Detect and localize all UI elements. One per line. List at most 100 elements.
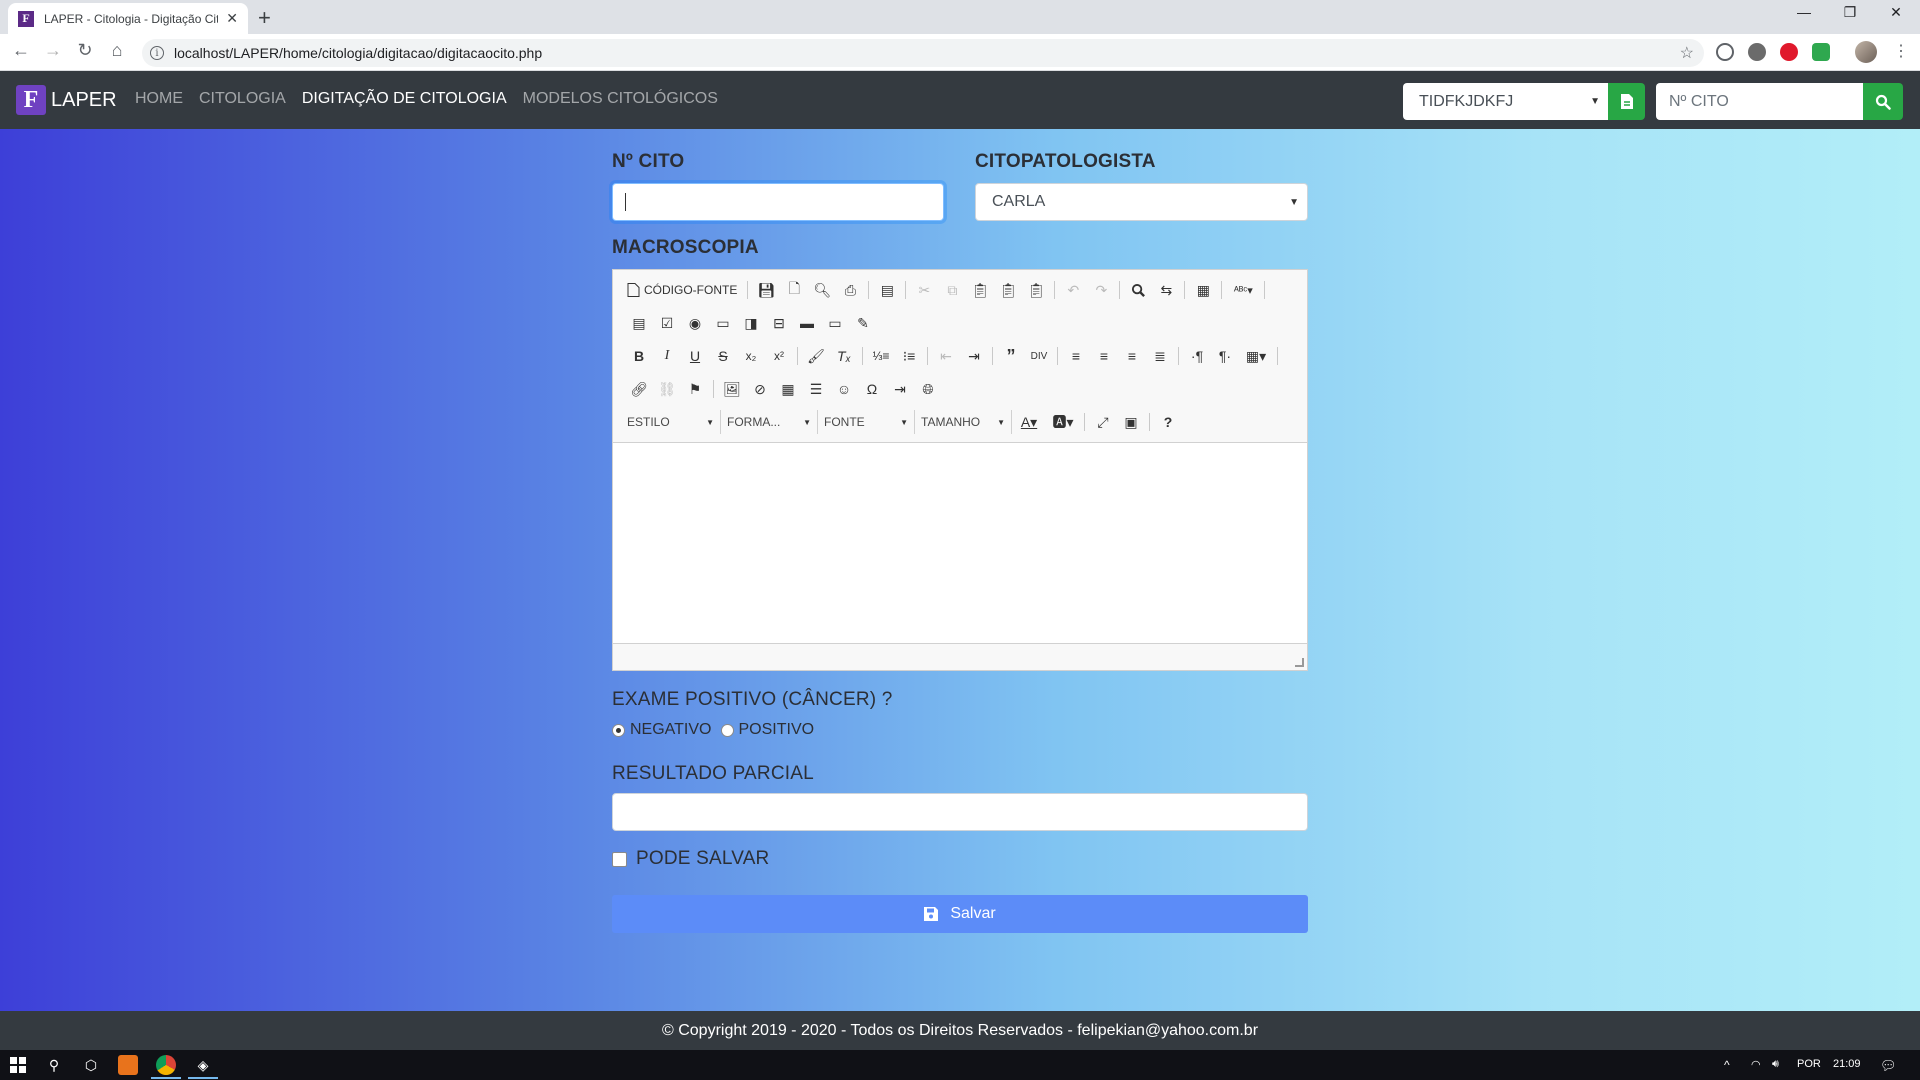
font-combo[interactable]: FONTE ▼ bbox=[818, 410, 915, 434]
language-indicator[interactable]: POR bbox=[1797, 1058, 1821, 1070]
notifications-icon[interactable]: 💬︎ bbox=[1880, 1058, 1897, 1074]
remove-format-icon[interactable]: Tₓ bbox=[830, 344, 858, 368]
text-color-icon[interactable]: A▾ bbox=[1012, 410, 1046, 434]
reload-icon[interactable]: ↻ bbox=[73, 40, 97, 61]
cut-icon[interactable]: ✂ bbox=[910, 278, 938, 302]
outdent-icon[interactable]: ⇤ bbox=[932, 344, 960, 368]
link-icon[interactable]: 🔗︎ bbox=[625, 377, 653, 401]
extension-icon[interactable] bbox=[1748, 43, 1766, 61]
redo-icon[interactable]: ↷ bbox=[1087, 278, 1115, 302]
rtl-icon[interactable]: ¶· bbox=[1211, 344, 1239, 368]
restore-window-button[interactable]: ❐ bbox=[1827, 4, 1873, 21]
radio-negativo[interactable] bbox=[612, 723, 625, 737]
address-bar[interactable]: i localhost/LAPER/home/citologia/digitac… bbox=[142, 39, 1704, 67]
print-icon[interactable]: ⎙ bbox=[836, 278, 864, 302]
bg-color-icon[interactable]: 🅰︎▾ bbox=[1046, 410, 1080, 434]
unlink-icon[interactable]: ⛓ bbox=[653, 377, 681, 401]
cito-input[interactable] bbox=[612, 183, 944, 221]
nav-link-home[interactable]: HOME bbox=[135, 90, 183, 108]
find-icon[interactable] bbox=[1124, 278, 1152, 302]
network-icon[interactable]: ◠ bbox=[1751, 1058, 1761, 1071]
align-right-icon[interactable]: ≡ bbox=[1118, 344, 1146, 368]
preview-icon[interactable]: 🔍︎ bbox=[808, 278, 836, 302]
nav-select[interactable]: TIDFKJDKFJ ▼ bbox=[1403, 83, 1608, 120]
templates-icon[interactable]: ▤ bbox=[873, 278, 901, 302]
search-icon[interactable]: ⚲ bbox=[44, 1055, 64, 1075]
smiley-icon[interactable]: ☺ bbox=[830, 377, 858, 401]
spellcheck-icon[interactable]: ᴬᴮᶜ▾ bbox=[1226, 278, 1260, 302]
nav-link-modelos[interactable]: MODELOS CITOLÓGICOS bbox=[523, 90, 718, 108]
extension-icon[interactable] bbox=[1716, 43, 1734, 61]
pode-salvar-checkbox[interactable] bbox=[612, 852, 627, 867]
textarea-icon[interactable]: ◨ bbox=[737, 311, 765, 335]
anchor-flag-icon[interactable]: ⚑ bbox=[681, 377, 709, 401]
profile-avatar[interactable] bbox=[1855, 41, 1877, 63]
save-icon[interactable]: 💾︎ bbox=[752, 278, 780, 302]
replace-icon[interactable]: ⇆ bbox=[1152, 278, 1180, 302]
checkbox-icon[interactable]: ☑ bbox=[653, 311, 681, 335]
nav-link-citologia[interactable]: CITOLOGIA bbox=[199, 90, 286, 108]
align-left-icon[interactable]: ≡ bbox=[1062, 344, 1090, 368]
numbered-list-icon[interactable]: ⅓≡ bbox=[867, 344, 895, 368]
windows-start-icon[interactable] bbox=[8, 1055, 28, 1075]
radio-negativo-label[interactable]: NEGATIVO bbox=[630, 721, 712, 739]
button-field-icon[interactable]: ▬ bbox=[793, 311, 821, 335]
select-field-icon[interactable]: ⊟ bbox=[765, 311, 793, 335]
chrome-icon[interactable] bbox=[156, 1055, 176, 1075]
cube-app-icon[interactable]: ⬡ bbox=[81, 1055, 101, 1075]
image-button-icon[interactable]: ▭ bbox=[821, 311, 849, 335]
paste-text-icon[interactable]: 📋︎ bbox=[994, 278, 1022, 302]
radio-positivo-label[interactable]: POSITIVO bbox=[739, 721, 815, 739]
nav-search-input[interactable] bbox=[1656, 83, 1863, 120]
undo-icon[interactable]: ↶ bbox=[1059, 278, 1087, 302]
resize-handle-icon[interactable] bbox=[1295, 658, 1304, 667]
div-container-icon[interactable]: DIV bbox=[1025, 344, 1053, 368]
save-button[interactable]: Salvar bbox=[612, 895, 1308, 933]
radio-positivo[interactable] bbox=[720, 723, 734, 737]
minimize-window-button[interactable]: — bbox=[1781, 4, 1827, 20]
brand[interactable]: F LAPER bbox=[16, 85, 117, 115]
close-window-button[interactable]: ✕ bbox=[1873, 4, 1919, 21]
special-char-icon[interactable]: Ω bbox=[858, 377, 886, 401]
bulleted-list-icon[interactable]: ⁝≡ bbox=[895, 344, 923, 368]
form-icon[interactable]: ▤ bbox=[625, 311, 653, 335]
editor-content-area[interactable] bbox=[613, 444, 1307, 643]
paste-icon[interactable]: 📋︎ bbox=[966, 278, 994, 302]
clock[interactable]: 21:09 bbox=[1833, 1058, 1861, 1070]
textfield-icon[interactable]: ▭ bbox=[709, 311, 737, 335]
xampp-icon[interactable] bbox=[118, 1055, 138, 1075]
page-break-icon[interactable]: ⇥ bbox=[886, 377, 914, 401]
blockquote-icon[interactable]: ” bbox=[997, 344, 1025, 368]
resultado-input[interactable] bbox=[612, 793, 1308, 831]
superscript-icon[interactable]: x² bbox=[765, 344, 793, 368]
tray-chevron-icon[interactable]: ^ bbox=[1724, 1058, 1730, 1072]
citopatologista-select[interactable]: CARLA ▼ bbox=[975, 183, 1308, 221]
indent-icon[interactable]: ⇥ bbox=[960, 344, 988, 368]
copy-icon[interactable]: ⧉ bbox=[938, 278, 966, 302]
pode-salvar-label[interactable]: PODE SALVAR bbox=[636, 848, 769, 870]
new-document-button[interactable] bbox=[1608, 83, 1645, 120]
opera-extension-icon[interactable] bbox=[1780, 43, 1798, 61]
ltr-icon[interactable]: ·¶ bbox=[1183, 344, 1211, 368]
iframe-globe-icon[interactable]: 🌐︎ bbox=[914, 377, 942, 401]
back-arrow-icon[interactable]: ← bbox=[9, 40, 33, 61]
subscript-icon[interactable]: x₂ bbox=[737, 344, 765, 368]
align-center-icon[interactable]: ≡ bbox=[1090, 344, 1118, 368]
forward-arrow-icon[interactable]: → bbox=[41, 40, 65, 61]
bold-icon[interactable]: B bbox=[625, 344, 653, 368]
source-code-button[interactable]: CÓDIGO-FONTE bbox=[625, 283, 743, 297]
site-info-icon[interactable]: i bbox=[150, 46, 164, 60]
underline-icon[interactable]: U bbox=[681, 344, 709, 368]
maximize-icon[interactable]: ⤢ bbox=[1089, 410, 1117, 434]
copy-format-icon[interactable]: 🖌︎ bbox=[802, 344, 830, 368]
language-icon[interactable]: ▦▾ bbox=[1239, 344, 1273, 368]
paste-word-icon[interactable]: 📋︎ bbox=[1022, 278, 1050, 302]
browser-menu-icon[interactable]: ⋮ bbox=[1893, 41, 1909, 61]
browser-tab[interactable]: F LAPER - Citologia - Digitação Cit ✕ bbox=[8, 3, 248, 34]
tab-close-icon[interactable]: ✕ bbox=[226, 10, 238, 27]
shield-extension-icon[interactable] bbox=[1812, 43, 1830, 61]
new-page-icon[interactable]: 🗋︎ bbox=[780, 278, 808, 302]
volume-icon[interactable]: 🔊︎ bbox=[1772, 1058, 1779, 1071]
horizontal-line-icon[interactable]: ☰ bbox=[802, 377, 830, 401]
new-tab-button[interactable]: + bbox=[258, 5, 271, 31]
